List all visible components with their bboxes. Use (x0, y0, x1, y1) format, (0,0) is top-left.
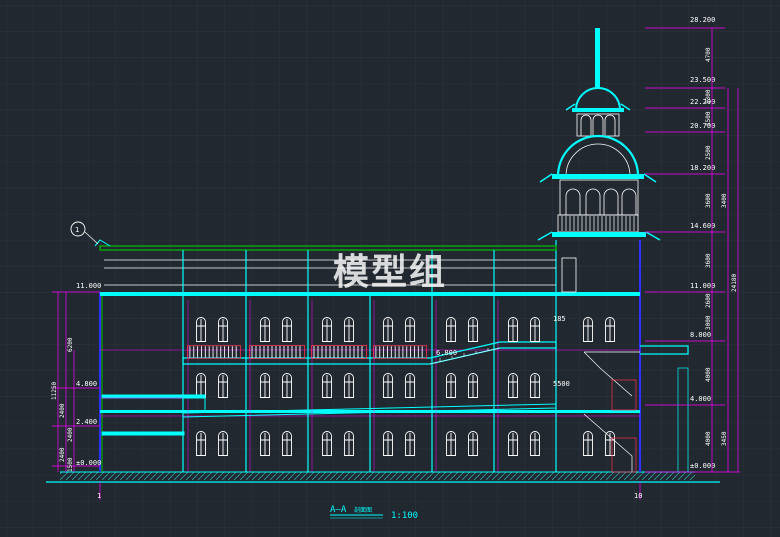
level-18200: 18.200 (690, 164, 715, 172)
level-11000-left: 11.000 (76, 282, 101, 290)
dim-4000a: 4000 (705, 367, 712, 382)
note-5500: 5500 (553, 380, 570, 388)
level-0-right: ±0.000 (690, 462, 715, 470)
dim-left-total: 11250 (51, 382, 58, 400)
level-23500: 23.500 (690, 76, 715, 84)
dim-3000: 3000 (705, 315, 712, 330)
dim-2600: 2600 (705, 293, 712, 308)
dim-2500: 2500 (705, 145, 712, 160)
dim-1500: 1500 (705, 111, 712, 126)
axis-1-label: 1 (97, 492, 101, 500)
dim-left-1500: 1500 (67, 457, 74, 472)
dim-left-2400a: 2400 (59, 403, 66, 418)
level-4000: 4.000 (690, 395, 711, 403)
dim-3600a: 3600 (705, 193, 712, 208)
dim-left-2400c: 2400 (59, 447, 66, 462)
title-scale: 1:100 (391, 511, 418, 521)
level-6800: 6.800 (436, 349, 457, 357)
detail-bubble-label: 1 (75, 226, 79, 234)
dim-left-6200: 6200 (67, 337, 74, 352)
watermark: 模型组 (333, 252, 447, 293)
note-185: 185 (553, 315, 566, 323)
level-14600: 14.600 (690, 222, 715, 230)
section-drawing: 模型组 28.200 23.500 22.200 20.700 18.200 1… (0, 0, 780, 537)
dim-4700: 4700 (705, 47, 712, 62)
dim-3600b: 3600 (705, 253, 712, 268)
dim-4000b: 4000 (705, 431, 712, 446)
dim-total-24180: 24180 (731, 274, 738, 292)
dim-total-3400: 3400 (721, 193, 728, 208)
title-section: A—A (330, 505, 347, 515)
level-11000-right: 11.000 (690, 282, 715, 290)
axis-10-label: 10 (634, 492, 642, 500)
level-0-left: ±0.000 (76, 459, 101, 467)
level-4800: 4.800 (76, 380, 97, 388)
level-8000: 8.000 (690, 331, 711, 339)
level-28200: 28.200 (690, 16, 715, 24)
dim-left-2400b: 2400 (67, 427, 74, 442)
dim-1300: 1300 (705, 89, 712, 104)
title-label: 剖面图 (354, 506, 372, 514)
dim-3450: 3450 (721, 431, 728, 446)
level-2400: 2.400 (76, 418, 97, 426)
